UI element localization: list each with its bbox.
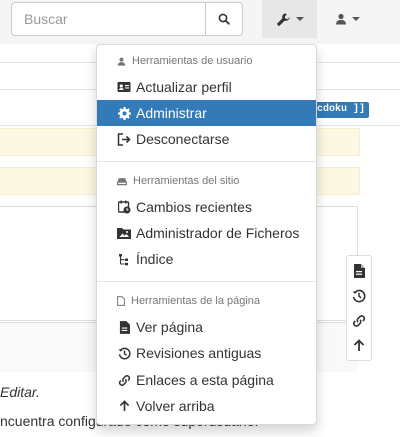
user-icon (335, 13, 346, 25)
menu-item-label: Administrador de Ficheros (136, 225, 300, 241)
link-icon (118, 374, 130, 386)
menu-item-update-profile[interactable]: Actualizar perfil (97, 74, 316, 100)
menu-item-label: Actualizar perfil (136, 79, 232, 95)
sign-out-icon (117, 132, 131, 146)
link-icon (352, 314, 366, 327)
backlinks-button[interactable] (349, 311, 369, 331)
dropdown-header-page-tools: Herramientas de la página (97, 290, 316, 312)
menu-item-back-to-top[interactable]: Volver arriba (97, 393, 316, 419)
page-tools-bar (346, 255, 372, 361)
menu-item-label: Cambios recientes (136, 199, 252, 215)
user-icon (117, 57, 126, 66)
arrow-up-icon (353, 339, 365, 351)
menu-item-old-revisions[interactable]: Revisiones antiguas (97, 340, 316, 366)
wrench-icon (276, 12, 290, 26)
dropdown-header-user-tools: Herramientas de usuario (97, 50, 316, 72)
menu-item-label: Desconectarse (136, 131, 230, 147)
navbar (0, 0, 400, 44)
dropdown-header-site-tools: Herramientas del sitio (97, 170, 316, 192)
chevron-down-icon (295, 17, 304, 21)
file-text-icon (119, 320, 130, 334)
menu-item-label: Volver arriba (136, 398, 215, 414)
back-to-top-button[interactable] (349, 336, 369, 356)
image-folder-icon (117, 228, 131, 239)
menu-item-backlinks[interactable]: Enlaces a esta página (97, 367, 316, 393)
menu-item-label: Administrar (136, 105, 207, 121)
arrow-up-icon (119, 400, 129, 412)
menu-item-label: Enlaces a esta página (136, 372, 274, 388)
dropdown-header-label: Herramientas de la página (131, 295, 261, 307)
body-text: Editar. (0, 384, 40, 400)
menu-item-label: Revisiones antiguas (136, 345, 262, 361)
tools-menu-toggle[interactable] (262, 0, 317, 38)
menu-item-logout[interactable]: Desconectarse (97, 126, 316, 152)
sitemap-icon (118, 253, 128, 265)
dropdown-divider (97, 281, 316, 282)
view-page-button[interactable] (349, 261, 369, 281)
dropdown-header-label: Herramientas de usuario (132, 55, 253, 67)
old-revisions-button[interactable] (349, 286, 369, 306)
search-button[interactable] (205, 3, 242, 35)
menu-item-admin[interactable]: Administrar (97, 100, 316, 126)
id-card-icon (117, 82, 131, 92)
menu-item-label: Índice (136, 251, 174, 267)
menu-item-media-manager[interactable]: Administrador de Ficheros (97, 220, 316, 246)
menu-item-view-page[interactable]: Ver página (97, 314, 316, 340)
search-box (11, 2, 243, 36)
file-icon (117, 296, 125, 306)
dropdown-header-label: Herramientas del sitio (133, 175, 240, 187)
search-input[interactable] (12, 3, 206, 35)
chevron-down-icon (351, 17, 360, 21)
menu-item-label: Ver página (136, 319, 203, 335)
gear-icon (117, 106, 131, 120)
menu-item-index[interactable]: Índice (97, 246, 316, 272)
history-icon (118, 347, 130, 359)
user-menu-toggle[interactable] (322, 0, 372, 38)
hdd-icon (117, 177, 127, 185)
menu-item-recent-changes[interactable]: Cambios recientes (97, 194, 316, 220)
calendar-clock-icon (117, 200, 130, 214)
history-icon (352, 289, 366, 302)
dropdown-divider (97, 161, 316, 162)
search-icon (218, 13, 230, 25)
status-badge: cdoku ]] (313, 102, 370, 118)
file-text-icon (354, 263, 365, 278)
tools-dropdown-menu: Herramientas de usuario Actualizar perfi… (96, 44, 317, 425)
